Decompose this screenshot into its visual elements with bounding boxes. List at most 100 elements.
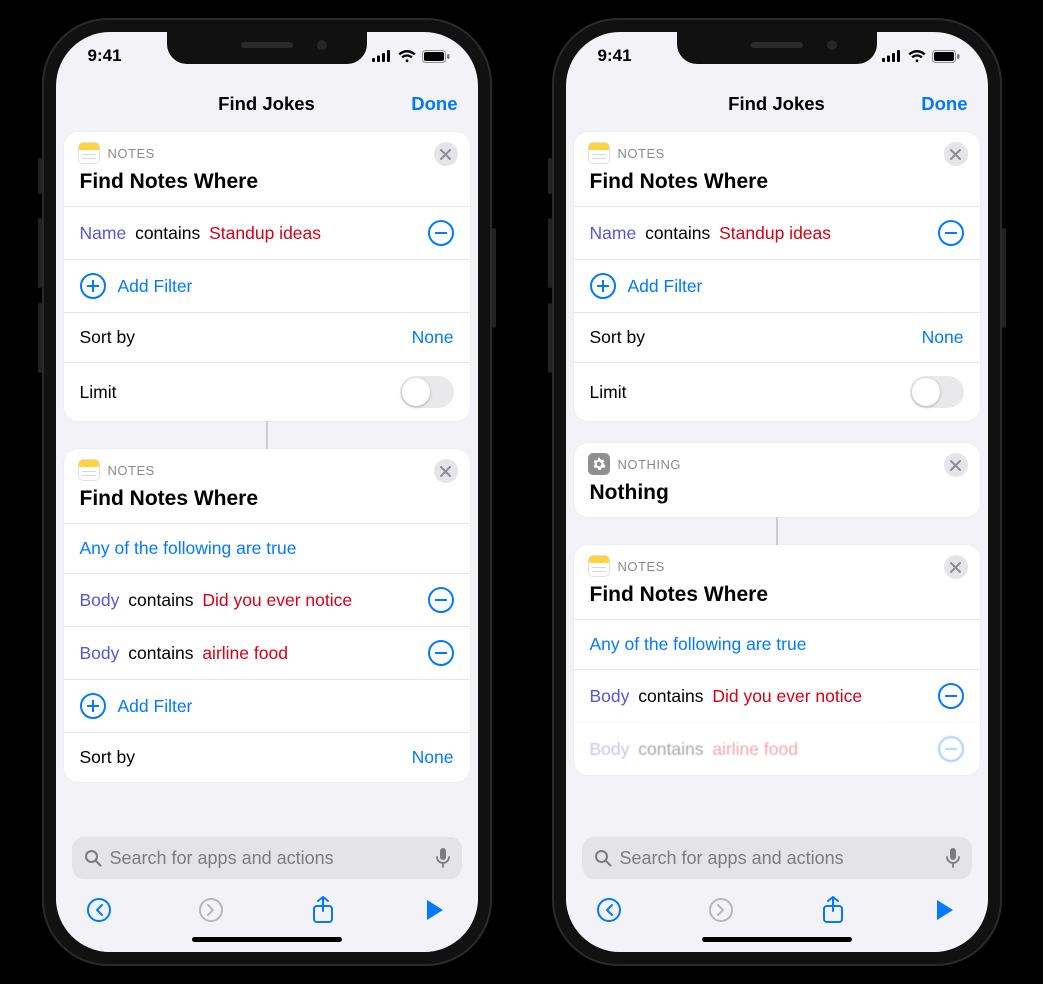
remove-action-button[interactable] (434, 459, 458, 483)
filter-row[interactable]: Name contains Standup ideas (64, 206, 470, 259)
remove-filter-button[interactable] (938, 220, 964, 246)
filter-value[interactable]: Did you ever notice (202, 590, 352, 610)
done-button[interactable]: Done (921, 93, 967, 115)
limit-label: Limit (80, 382, 117, 403)
card-app-label: NOTES (108, 146, 155, 161)
filter-row[interactable]: Body contains airline food (574, 722, 980, 775)
cellular-icon (372, 50, 392, 62)
action-card-find-notes: NOTES Find Notes Where Name contains Sta… (574, 132, 980, 421)
undo-button[interactable] (592, 893, 626, 927)
card-title: Nothing (574, 481, 980, 517)
share-icon (312, 896, 334, 924)
add-filter-row[interactable]: Add Filter (64, 259, 470, 312)
home-indicator[interactable] (192, 937, 342, 942)
plus-icon (590, 273, 616, 299)
action-search-input[interactable]: Search for apps and actions (582, 837, 972, 879)
filter-row[interactable]: Body contains Did you ever notice (64, 573, 470, 626)
bottom-bar: Search for apps and actions (56, 819, 478, 952)
limit-toggle[interactable] (400, 376, 454, 408)
sort-by-row[interactable]: Sort by None (64, 732, 470, 782)
redo-icon (198, 897, 224, 923)
share-button[interactable] (306, 893, 340, 927)
limit-toggle[interactable] (910, 376, 964, 408)
filter-operator[interactable]: contains (638, 686, 703, 706)
filter-value[interactable]: Standup ideas (209, 223, 321, 243)
mic-icon[interactable] (436, 848, 450, 868)
close-icon (950, 460, 961, 471)
filter-operator[interactable]: contains (645, 223, 710, 243)
gear-icon (592, 457, 606, 471)
page-title: Find Jokes (728, 93, 825, 115)
remove-action-button[interactable] (944, 142, 968, 166)
filter-row[interactable]: Body contains airline food (64, 626, 470, 679)
done-button[interactable]: Done (411, 93, 457, 115)
filter-value[interactable]: airline food (712, 739, 798, 759)
run-button[interactable] (928, 893, 962, 927)
remove-action-button[interactable] (944, 453, 968, 477)
sort-by-row[interactable]: Sort by None (64, 312, 470, 362)
card-title: Find Notes Where (64, 487, 470, 523)
filter-mode-row[interactable]: Any of the following are true (64, 523, 470, 573)
card-app-label: NOTHING (618, 457, 681, 472)
sort-by-value[interactable]: None (412, 327, 454, 348)
card-app-label: NOTES (618, 146, 665, 161)
filter-field[interactable]: Body (590, 686, 630, 706)
filter-row[interactable]: Body contains Did you ever notice (574, 669, 980, 722)
action-card-find-notes: NOTES Find Notes Where Name contains Sta… (64, 132, 470, 421)
remove-filter-button[interactable] (938, 736, 964, 762)
close-icon (950, 149, 961, 160)
share-button[interactable] (816, 893, 850, 927)
filter-operator[interactable]: contains (638, 739, 703, 759)
sort-by-row[interactable]: Sort by None (574, 312, 980, 362)
filter-field[interactable]: Name (80, 223, 127, 243)
status-time: 9:41 (88, 46, 122, 66)
remove-action-button[interactable] (944, 555, 968, 579)
filter-field[interactable]: Body (590, 739, 630, 759)
filter-field[interactable]: Name (590, 223, 637, 243)
filter-value[interactable]: airline food (202, 643, 288, 663)
add-filter-row[interactable]: Add Filter (574, 259, 980, 312)
filter-row[interactable]: Name contains Standup ideas (574, 206, 980, 259)
remove-filter-button[interactable] (428, 220, 454, 246)
filter-mode-label[interactable]: Any of the following are true (590, 634, 807, 655)
run-button[interactable] (418, 893, 452, 927)
remove-filter-button[interactable] (428, 640, 454, 666)
battery-icon (422, 50, 450, 63)
filter-mode-label[interactable]: Any of the following are true (80, 538, 297, 559)
filter-value[interactable]: Did you ever notice (712, 686, 862, 706)
add-filter-row[interactable]: Add Filter (64, 679, 470, 732)
plus-icon (80, 273, 106, 299)
filter-value[interactable]: Standup ideas (719, 223, 831, 243)
action-card-find-notes: NOTES Find Notes Where Any of the follow… (64, 449, 470, 782)
toolbar (582, 879, 972, 927)
page-title: Find Jokes (218, 93, 315, 115)
remove-filter-button[interactable] (428, 587, 454, 613)
action-search-input[interactable]: Search for apps and actions (72, 837, 462, 879)
undo-button[interactable] (82, 893, 116, 927)
sort-by-value[interactable]: None (922, 327, 964, 348)
wifi-icon (398, 50, 416, 63)
filter-mode-row[interactable]: Any of the following are true (574, 619, 980, 669)
add-filter-label: Add Filter (628, 276, 703, 297)
limit-label: Limit (590, 382, 627, 403)
remove-action-button[interactable] (434, 142, 458, 166)
remove-filter-button[interactable] (938, 683, 964, 709)
notes-app-icon (78, 142, 100, 164)
card-title: Find Notes Where (574, 583, 980, 619)
action-card-find-notes: NOTES Find Notes Where Any of the follow… (574, 545, 980, 775)
filter-field[interactable]: Body (80, 643, 120, 663)
notch (167, 32, 367, 64)
search-icon (84, 849, 102, 867)
filter-field[interactable]: Body (80, 590, 120, 610)
limit-row: Limit (574, 362, 980, 421)
filter-operator[interactable]: contains (128, 643, 193, 663)
search-placeholder: Search for apps and actions (110, 848, 334, 869)
play-icon (935, 899, 955, 921)
sort-by-value[interactable]: None (412, 747, 454, 768)
home-indicator[interactable] (702, 937, 852, 942)
notes-app-icon (78, 459, 100, 481)
mic-icon[interactable] (946, 848, 960, 868)
filter-operator[interactable]: contains (128, 590, 193, 610)
filter-operator[interactable]: contains (135, 223, 200, 243)
redo-button (194, 893, 228, 927)
